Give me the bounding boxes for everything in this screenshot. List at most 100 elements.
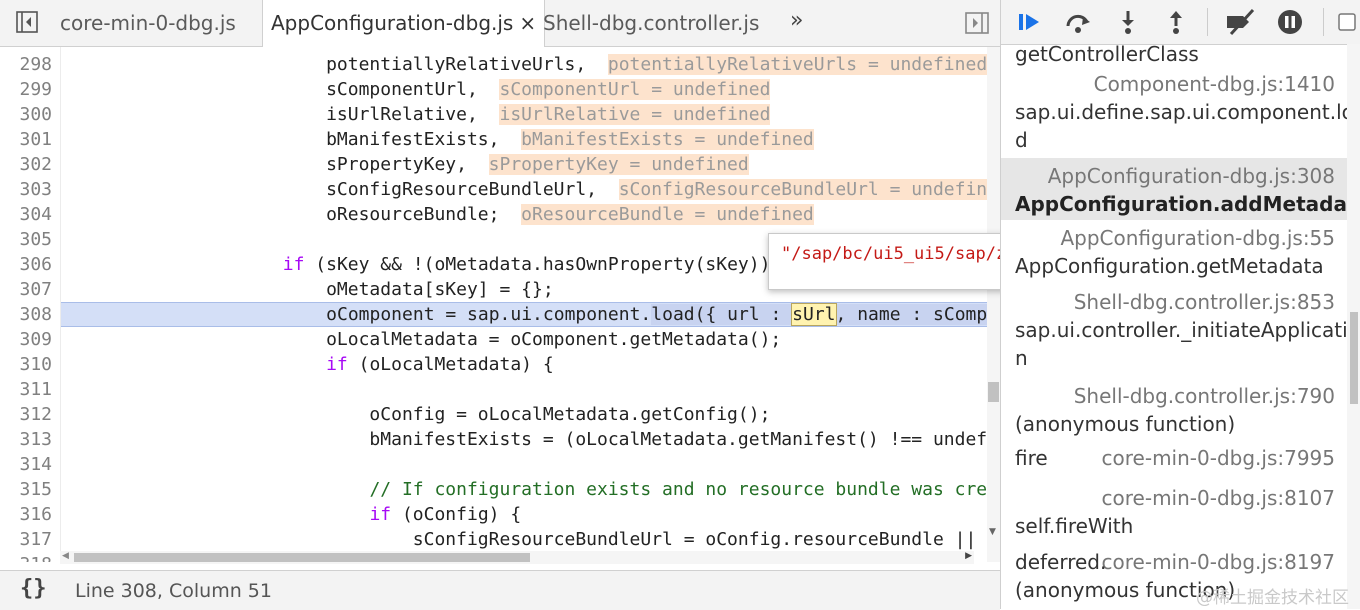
line-number[interactable]: 316 <box>0 502 52 527</box>
scrollbar-thumb[interactable] <box>74 553 530 562</box>
call-frame[interactable]: Shell-dbg.controller.js:853 sap.ui.contro… <box>1001 284 1347 378</box>
line-content: oResourceBundle; oResourceBundle = undef… <box>66 202 814 227</box>
inline-value: bManifestExists = undefined <box>521 129 814 150</box>
call-frame[interactable]: getControllerClass <box>1001 44 1347 66</box>
code-line[interactable]: 310 if (oLocalMetadata) { <box>0 352 987 377</box>
call-frame[interactable]: core-min-0-dbg.js:7995 fire <box>1001 440 1347 480</box>
editor-vertical-scrollbar[interactable]: ▼ <box>987 47 1000 562</box>
keyword: if <box>282 254 305 275</box>
line-number[interactable]: 309 <box>0 327 52 352</box>
watermark: @稀土掘金技术社区 <box>1196 588 1349 608</box>
line-number[interactable]: 312 <box>0 402 52 427</box>
code-line[interactable]: 314 <box>0 452 987 477</box>
line-content: if (sKey && !(oMetadata.hasOwnProperty(s… <box>66 252 803 277</box>
line-number[interactable]: 315 <box>0 477 52 502</box>
code-line[interactable]: 300 isUrlRelative, isUrlRelative = undef… <box>0 102 987 127</box>
code-area[interactable]: 298 potentiallyRelativeUrls, potentially… <box>0 47 1000 562</box>
scroll-right-arrow-icon[interactable]: ▶ <box>965 551 972 561</box>
scrollbar-thumb[interactable] <box>1350 312 1358 404</box>
call-frame[interactable]: Shell-dbg.controller.js:790 (anonymous fu… <box>1001 378 1347 440</box>
code-line[interactable]: 298 potentiallyRelativeUrls, potentially… <box>0 52 988 77</box>
checkbox-icon[interactable] <box>1335 8 1357 36</box>
call-stack-list: getControllerClass Component-dbg.js:1410 s… <box>1001 44 1347 609</box>
code-line[interactable]: 304 oResourceBundle; oResourceBundle = u… <box>0 202 987 227</box>
close-tab-icon[interactable]: × <box>519 11 536 35</box>
inline-value: sConfigResourceBundleUrl = undefined <box>618 179 1000 200</box>
call-frame[interactable]: core-min-0-dbg.js:8107 self.fireWith <box>1001 480 1347 544</box>
code-text: oComponent = sap.ui.component. <box>326 304 652 325</box>
code-comment: // If configuration exists and no resour… <box>369 479 1000 500</box>
more-tabs-icon[interactable]: » <box>790 8 803 33</box>
call-frame[interactable]: AppConfiguration-dbg.js:55 AppConfigurati… <box>1001 220 1347 284</box>
step-over-icon[interactable] <box>1063 8 1093 36</box>
line-number[interactable]: 298 <box>0 52 52 77</box>
current-execution-line[interactable]: 308 oComponent = sap.ui.component.load({ … <box>19 302 1000 327</box>
toolbar-divider <box>1323 8 1324 36</box>
line-number[interactable]: 306 <box>0 252 52 277</box>
hovered-token[interactable]: sUrl <box>791 303 837 326</box>
line-number[interactable]: 318 <box>0 552 52 562</box>
scroll-left-arrow-icon[interactable]: ◀ <box>62 551 69 561</box>
line-number[interactable]: 304 <box>0 202 52 227</box>
call-frame-selected[interactable]: AppConfiguration-dbg.js:308 AppConfigurat… <box>1001 158 1347 220</box>
line-number[interactable]: 308 <box>0 303 52 326</box>
source-editor: core-min-0-dbg.js AppConfiguration-dbg.j… <box>0 0 1000 610</box>
code-line[interactable]: 301 bManifestExists, bManifestExists = u… <box>0 127 987 152</box>
code-line[interactable]: 317 sConfigResourceBundleUrl = oConfig.r… <box>0 527 1000 552</box>
step-out-icon[interactable] <box>1161 8 1191 36</box>
code-line[interactable]: 315 // If configuration exists and no re… <box>0 477 1000 502</box>
line-number[interactable]: 300 <box>0 102 52 127</box>
line-content: // If configuration exists and no resour… <box>66 477 1000 502</box>
scrollbar-thumb[interactable] <box>988 382 999 402</box>
pause-on-exceptions-icon[interactable] <box>1275 8 1305 36</box>
code-line[interactable]: 309 oLocalMetadata = oComponent.getMetad… <box>0 327 987 352</box>
deactivate-breakpoints-icon[interactable] <box>1223 8 1259 36</box>
call-frame-location: Shell-dbg.controller.js:790 <box>1073 384 1335 408</box>
tab-label: AppConfiguration-dbg.js <box>271 11 514 35</box>
code-line[interactable]: 303 sConfigResourceBundleUrl, sConfigRes… <box>0 177 1000 202</box>
call-frame-location: core-min-0-dbg.js:7995 <box>1101 446 1335 470</box>
code-line[interactable]: 302 sPropertyKey, sPropertyKey = undefin… <box>0 152 987 177</box>
line-number[interactable]: 301 <box>0 127 52 152</box>
code-line[interactable]: 312 oConfig = oLocalMetadata.getConfig()… <box>0 402 987 427</box>
code-line[interactable]: 299 sComponentUrl, sComponentUrl = undef… <box>0 77 987 102</box>
code-text: bManifestExists = (oLocalMetadata.getMan… <box>66 429 1000 450</box>
tab-label: Shell-dbg.controller.js <box>543 11 760 35</box>
line-number[interactable]: 307 <box>0 277 52 302</box>
toolbar-divider <box>1207 8 1208 36</box>
call-frame-function: deferred. <box>1015 550 1107 574</box>
tab-core-min[interactable]: core-min-0-dbg.js <box>60 0 236 46</box>
tab-appconfiguration[interactable]: AppConfiguration-dbg.js × <box>262 0 546 47</box>
code-text: oResourceBundle; <box>66 204 522 225</box>
line-number[interactable]: 314 <box>0 452 52 477</box>
line-number[interactable]: 310 <box>0 352 52 377</box>
pretty-print-icon[interactable]: {} <box>20 576 47 601</box>
line-number[interactable]: 311 <box>0 377 52 402</box>
tab-shell-controller[interactable]: Shell-dbg.controller.js <box>543 0 759 46</box>
line-number[interactable]: 313 <box>0 427 52 452</box>
call-frame-function: self.fireWith <box>1015 514 1134 538</box>
line-number[interactable]: 305 <box>0 227 52 252</box>
toggle-navigator-icon[interactable] <box>16 11 38 33</box>
line-number[interactable]: 299 <box>0 77 52 102</box>
resume-icon[interactable] <box>1015 8 1045 36</box>
line-content: oConfig = oLocalMetadata.getConfig(); <box>66 402 770 427</box>
toggle-debugger-icon[interactable] <box>965 12 989 34</box>
call-frame[interactable]: Component-dbg.js:1410 sap.ui.define.sap.u… <box>1001 66 1347 158</box>
code-line[interactable]: 316 if (oConfig) { <box>0 502 987 527</box>
line-number[interactable]: 317 <box>0 527 52 552</box>
code-line[interactable]: 313 bManifestExists = (oLocalMetadata.ge… <box>0 427 1000 452</box>
call-frame-function: getControllerClass <box>1015 44 1199 66</box>
code-text: (sKey && !(oMetadata.hasOwnProperty(sKey… <box>304 254 803 275</box>
code-line[interactable]: 311 <box>0 377 987 402</box>
code-text: potentiallyRelativeUrls, <box>66 54 608 75</box>
line-content: oLocalMetadata = oComponent.getMetadata(… <box>66 327 781 352</box>
call-stack-scrollbar[interactable] <box>1347 44 1360 609</box>
step-into-icon[interactable] <box>1113 8 1143 36</box>
line-number[interactable]: 303 <box>0 177 52 202</box>
editor-horizontal-scrollbar[interactable]: ◀ ▶ <box>60 551 974 564</box>
line-content: if (oLocalMetadata) { <box>66 352 554 377</box>
scroll-down-arrow-icon[interactable]: ▼ <box>989 527 996 537</box>
line-number[interactable]: 302 <box>0 152 52 177</box>
